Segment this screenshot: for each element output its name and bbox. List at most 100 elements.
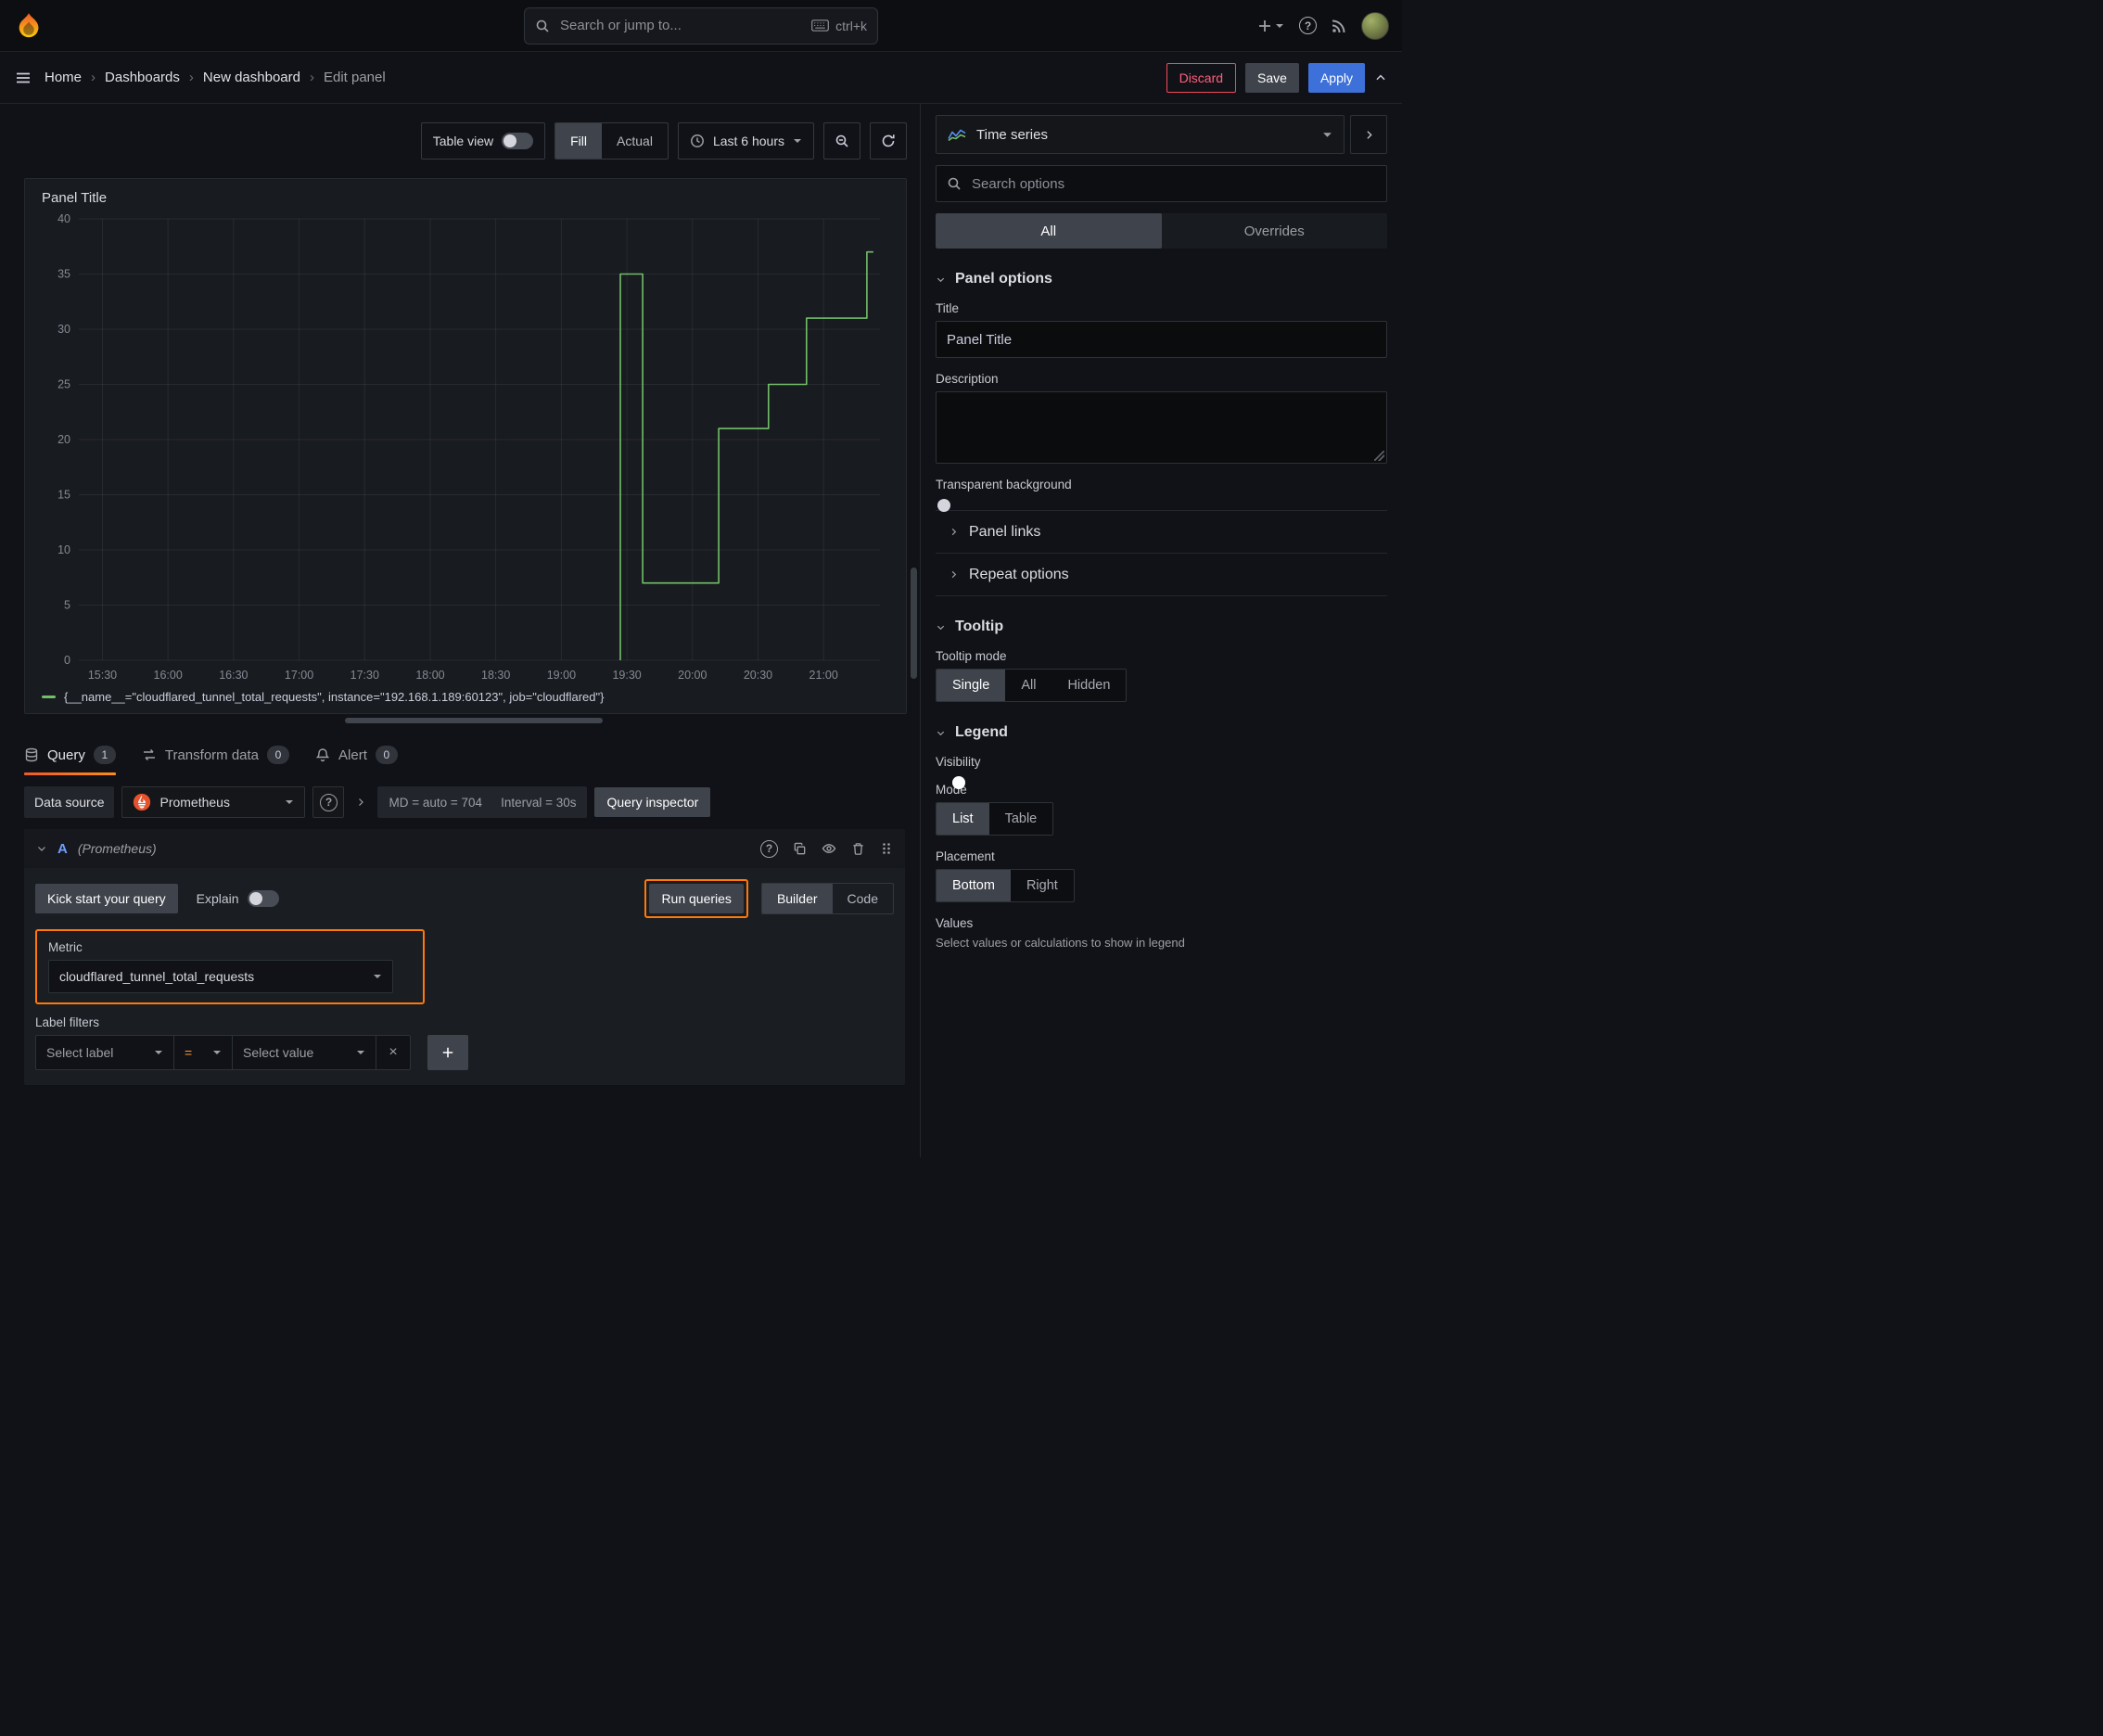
legend-header[interactable]: Legend — [936, 724, 1387, 741]
tab-alert-label: Alert — [338, 747, 367, 763]
chevron-right-icon — [949, 569, 959, 580]
chevron-down-icon[interactable] — [36, 843, 47, 854]
add-filter-button[interactable] — [427, 1035, 468, 1070]
breadcrumb-separator: › — [91, 70, 96, 85]
datasource-picker[interactable]: Prometheus — [121, 786, 306, 818]
select-value-dropdown[interactable]: Select value — [232, 1035, 376, 1070]
datasource-help-button[interactable]: ? — [312, 786, 345, 818]
save-button[interactable]: Save — [1245, 62, 1299, 93]
run-queries-button[interactable]: Run queries — [649, 884, 744, 913]
hide-query-button[interactable] — [822, 841, 836, 856]
panel-options-title: Panel options — [955, 271, 1052, 287]
select-label-dropdown[interactable]: Select label — [35, 1035, 174, 1070]
resize-handle[interactable] — [1374, 451, 1384, 461]
time-range-picker[interactable]: Last 6 hours — [677, 122, 814, 160]
refresh-button[interactable] — [870, 122, 907, 160]
add-new-button[interactable] — [1257, 19, 1284, 33]
table-view-toggle[interactable] — [502, 133, 534, 149]
time-series-svg[interactable]: 0 5 10 15 20 25 30 35 40 15:30 16:00 16:30 17:00 17:3… — [38, 208, 893, 688]
user-avatar[interactable] — [1361, 11, 1389, 40]
panel-links-section[interactable]: Panel links — [936, 510, 1387, 553]
legend-mode-table[interactable]: Table — [989, 803, 1053, 835]
delete-query-button[interactable] — [851, 842, 865, 856]
tab-all-options[interactable]: All — [936, 213, 1162, 249]
operator-dropdown[interactable]: = — [173, 1035, 233, 1070]
toggle-options-pane-button[interactable] — [1350, 115, 1387, 154]
collapse-pane-button[interactable] — [1374, 71, 1387, 84]
run-queries-highlight-box: Run queries — [644, 879, 748, 918]
chevron-down-icon — [356, 1048, 365, 1057]
kick-start-button[interactable]: Kick start your query — [35, 884, 178, 913]
chevron-up-icon — [1376, 74, 1385, 80]
panel-description-textarea[interactable] — [936, 391, 1387, 464]
options-search-input[interactable] — [936, 165, 1387, 202]
horizontal-scrollbar-thumb[interactable] — [345, 718, 603, 723]
svg-text:5: 5 — [64, 599, 70, 612]
legend-placement-bottom[interactable]: Bottom — [937, 870, 1011, 901]
tab-transform-data[interactable]: Transform data 0 — [142, 734, 290, 775]
remove-filter-button[interactable]: × — [376, 1035, 411, 1070]
hamburger-menu-button[interactable] — [15, 70, 32, 86]
breadcrumb-home[interactable]: Home — [45, 70, 82, 85]
tooltip-mode-all[interactable]: All — [1005, 670, 1052, 701]
duplicate-query-button[interactable] — [793, 842, 807, 856]
legend-mode-list[interactable]: List — [937, 803, 989, 835]
discard-button[interactable]: Discard — [1166, 62, 1237, 93]
grafana-logo[interactable] — [13, 10, 45, 42]
tab-transform-badge: 0 — [267, 746, 290, 764]
code-option[interactable]: Code — [833, 884, 893, 913]
tooltip-header[interactable]: Tooltip — [936, 619, 1387, 635]
builder-option[interactable]: Builder — [761, 884, 833, 913]
metric-select[interactable]: cloudflared_tunnel_total_requests — [48, 960, 393, 993]
tab-query[interactable]: Query 1 — [24, 734, 116, 775]
tooltip-mode-group: Single All Hidden — [936, 669, 1128, 702]
repeat-options-section[interactable]: Repeat options — [936, 553, 1387, 595]
breadcrumb-dashboards[interactable]: Dashboards — [105, 70, 180, 85]
tab-alert[interactable]: Alert 0 — [315, 734, 398, 775]
fill-option[interactable]: Fill — [555, 123, 603, 159]
legend-values-help: Select values or calculations to show in… — [936, 936, 1185, 950]
chart-plot-area[interactable]: 0 5 10 15 20 25 30 35 40 15:30 16:00 16:30 17:00 17:3… — [38, 208, 893, 688]
panel-title-input[interactable] — [936, 321, 1387, 358]
apply-button[interactable]: Apply — [1307, 62, 1365, 93]
panel-title[interactable]: Panel Title — [38, 186, 893, 208]
query-row-header[interactable]: A (Prometheus) ? — [24, 829, 905, 868]
query-row-body: Kick start your query Explain Run querie… — [24, 868, 905, 1085]
tooltip-mode-hidden[interactable]: Hidden — [1052, 670, 1126, 701]
legend-series-label[interactable]: {__name__="cloudflared_tunnel_total_requ… — [64, 690, 604, 704]
chevron-down-icon — [1275, 21, 1284, 31]
visualization-picker[interactable]: Time series — [936, 115, 1345, 154]
panel-options-header[interactable]: Panel options — [936, 271, 1387, 287]
legend-placement-right[interactable]: Right — [1011, 870, 1074, 901]
actual-option[interactable]: Actual — [602, 123, 668, 159]
news-feed-button[interactable] — [1332, 19, 1346, 33]
explain-toggle[interactable] — [247, 890, 279, 907]
breadcrumb-new-dashboard[interactable]: New dashboard — [203, 70, 300, 85]
visualization-panel: Panel Title 0 5 10 15 20 25 30 35 40 15:30 16:00 16… — [24, 178, 907, 714]
query-options-summary[interactable]: MD = auto = 704 Interval = 30s — [377, 786, 588, 818]
tab-overrides[interactable]: Overrides — [1162, 213, 1388, 249]
legend-series-swatch[interactable] — [42, 696, 56, 698]
panel-options-section: Panel options Title Description Transpar… — [936, 271, 1387, 491]
tooltip-mode-single[interactable]: Single — [937, 670, 1006, 701]
vertical-scrollbar-thumb[interactable] — [911, 568, 917, 679]
top-navigation-bar: ctrl+k ? — [0, 0, 1402, 52]
query-ref-id: A — [57, 840, 68, 857]
panel-options-pane: Time series All Overrides — [920, 104, 1402, 1157]
refresh-icon — [881, 134, 896, 148]
breadcrumb-bar: Home › Dashboards › New dashboard › Edit… — [0, 52, 1402, 104]
datasource-value: Prometheus — [159, 795, 230, 810]
svg-text:30: 30 — [57, 323, 70, 336]
copy-icon — [794, 842, 806, 854]
query-help-button[interactable]: ? — [760, 839, 778, 858]
query-inspector-button[interactable]: Query inspector — [594, 787, 711, 817]
chevron-down-icon — [285, 798, 294, 807]
query-options-expand-button[interactable] — [355, 797, 366, 808]
datasource-row: Data source Prometheus ? MD = auto = 704… — [24, 786, 905, 818]
metric-value: cloudflared_tunnel_total_requests — [59, 969, 255, 984]
zoom-out-button[interactable] — [823, 122, 860, 160]
trash-icon — [853, 842, 863, 855]
drag-handle[interactable] — [880, 842, 893, 855]
help-button[interactable]: ? — [1299, 17, 1317, 34]
chart-legend: {__name__="cloudflared_tunnel_total_requ… — [38, 688, 893, 711]
